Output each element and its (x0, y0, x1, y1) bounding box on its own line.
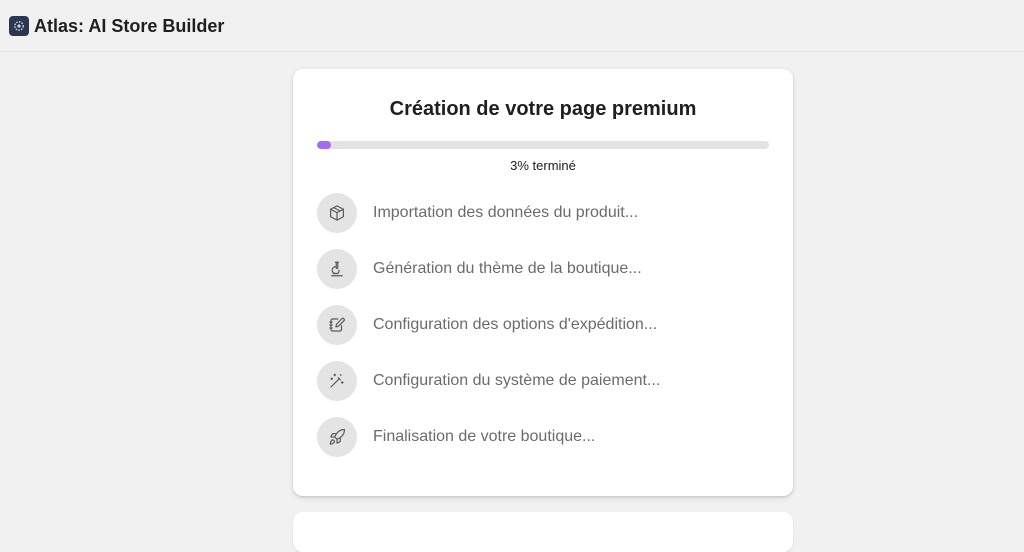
progress-label: 3% terminé (510, 158, 576, 173)
secondary-card (293, 512, 793, 552)
step-item-theme: Génération du thème de la boutique... (317, 249, 769, 289)
app-title: Atlas: AI Store Builder (34, 16, 225, 36)
notebook-pen-icon (317, 305, 357, 345)
step-label: Configuration des options d'expédition..… (373, 316, 658, 333)
progress-card: Création de votre page premium 3% termin… (293, 69, 793, 496)
magic-wand-icon (317, 361, 357, 401)
progress-bar-fill (317, 141, 331, 149)
steps-list: Importation des données du produit... Gé… (317, 193, 769, 473)
step-item-import: Importation des données du produit... (317, 193, 769, 233)
card-title: Création de votre page premium (389, 98, 697, 120)
step-label: Configuration du système de paiement... (373, 372, 661, 389)
progress-bar (317, 141, 769, 149)
step-item-finalize: Finalisation de votre boutique... (317, 417, 769, 457)
atlas-logo-icon (9, 16, 29, 36)
step-item-payment: Configuration du système de paiement... (317, 361, 769, 401)
package-icon (317, 193, 357, 233)
step-item-shipping: Configuration des options d'expédition..… (317, 305, 769, 345)
step-label: Génération du thème de la boutique... (373, 260, 642, 277)
step-label: Importation des données du produit... (373, 204, 639, 221)
top-bar: Atlas: AI Store Builder (0, 0, 1024, 52)
rocket-icon (317, 417, 357, 457)
step-label: Finalisation de votre boutique... (373, 428, 596, 445)
microscope-icon (317, 249, 357, 289)
